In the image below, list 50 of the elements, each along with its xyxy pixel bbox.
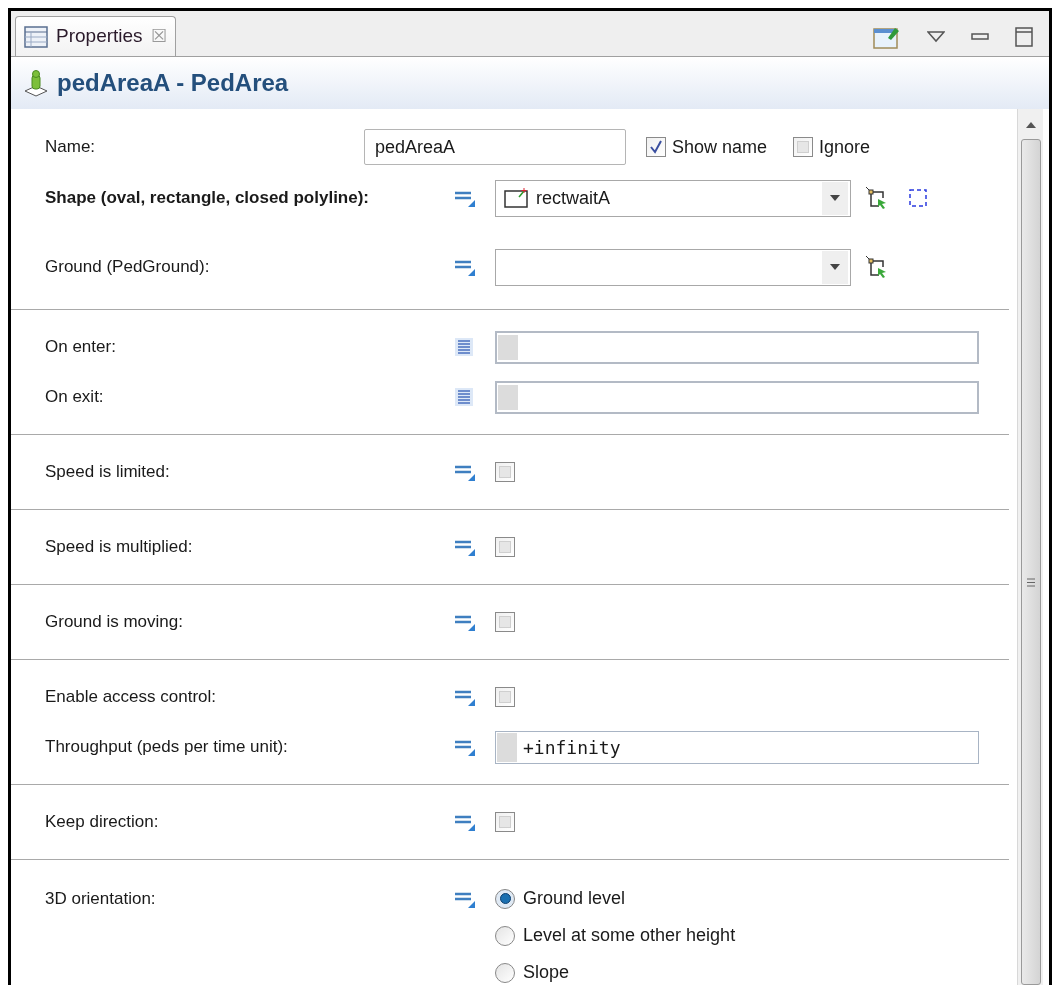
field-label: Shape (oval, rectangle, closed polyline): bbox=[45, 188, 370, 208]
dropdown[interactable]: rectwaitA bbox=[495, 179, 851, 217]
scroll-up-icon[interactable] bbox=[1024, 121, 1037, 129]
person-icon bbox=[23, 69, 49, 97]
dashed-square-icon[interactable] bbox=[907, 187, 929, 209]
caret-icon[interactable] bbox=[830, 195, 840, 201]
field-label: On enter: bbox=[45, 337, 116, 357]
checkbox-label: Ignore bbox=[819, 135, 871, 159]
field-label: Speed is limited: bbox=[45, 462, 170, 482]
checkbox[interactable] bbox=[495, 812, 515, 832]
rectangle-shape-icon bbox=[504, 187, 530, 209]
scrollbar[interactable] bbox=[1017, 109, 1043, 985]
checkbox[interactable] bbox=[495, 462, 515, 482]
field-label: Ground (PedGround): bbox=[45, 257, 210, 277]
table-icon bbox=[24, 25, 48, 48]
radio-label: Slope bbox=[523, 961, 570, 984]
name-field[interactable]: pedAreaA bbox=[364, 129, 626, 165]
field-label: 3D orientation: bbox=[45, 887, 156, 910]
checkbox[interactable] bbox=[495, 612, 515, 632]
properties-tab[interactable]: Properties ☒ bbox=[15, 16, 176, 56]
caret-icon[interactable] bbox=[830, 264, 840, 270]
scroll-thumb[interactable] bbox=[1020, 139, 1041, 985]
value-field[interactable]: +infinity bbox=[495, 730, 979, 764]
radio-label: Ground level bbox=[523, 887, 626, 910]
checkbox[interactable] bbox=[793, 137, 814, 157]
code-field[interactable] bbox=[495, 330, 979, 364]
code-lines-icon[interactable] bbox=[455, 338, 473, 356]
grip-icon bbox=[1025, 578, 1036, 587]
code-field[interactable] bbox=[495, 380, 979, 414]
radio-button[interactable] bbox=[495, 888, 515, 909]
field-label: Keep direction: bbox=[45, 812, 159, 832]
field-label: Speed is multiplied: bbox=[45, 537, 193, 557]
radio-button[interactable] bbox=[495, 925, 515, 946]
radio-label: Level at some other height bbox=[523, 924, 736, 947]
code-lines-icon[interactable] bbox=[455, 388, 473, 406]
checkbox[interactable] bbox=[646, 137, 666, 157]
field-label: Name: bbox=[45, 137, 96, 157]
checkbox-label: Show name bbox=[672, 135, 768, 159]
panel-title: pedAreaA - PedArea bbox=[57, 68, 289, 98]
field-label: Throughput (peds per time unit): bbox=[45, 737, 288, 757]
checkbox[interactable] bbox=[495, 537, 515, 557]
minimize-icon[interactable] bbox=[971, 33, 989, 41]
radio-button[interactable] bbox=[495, 962, 515, 983]
field-label: On exit: bbox=[45, 387, 104, 407]
tab-label: Properties bbox=[56, 24, 143, 49]
maximize-icon[interactable] bbox=[1015, 27, 1033, 47]
field-label: Ground is moving: bbox=[45, 612, 183, 632]
field-label: Enable access control: bbox=[45, 687, 217, 707]
view-menu-icon[interactable] bbox=[927, 31, 945, 43]
checkbox[interactable] bbox=[495, 687, 515, 707]
